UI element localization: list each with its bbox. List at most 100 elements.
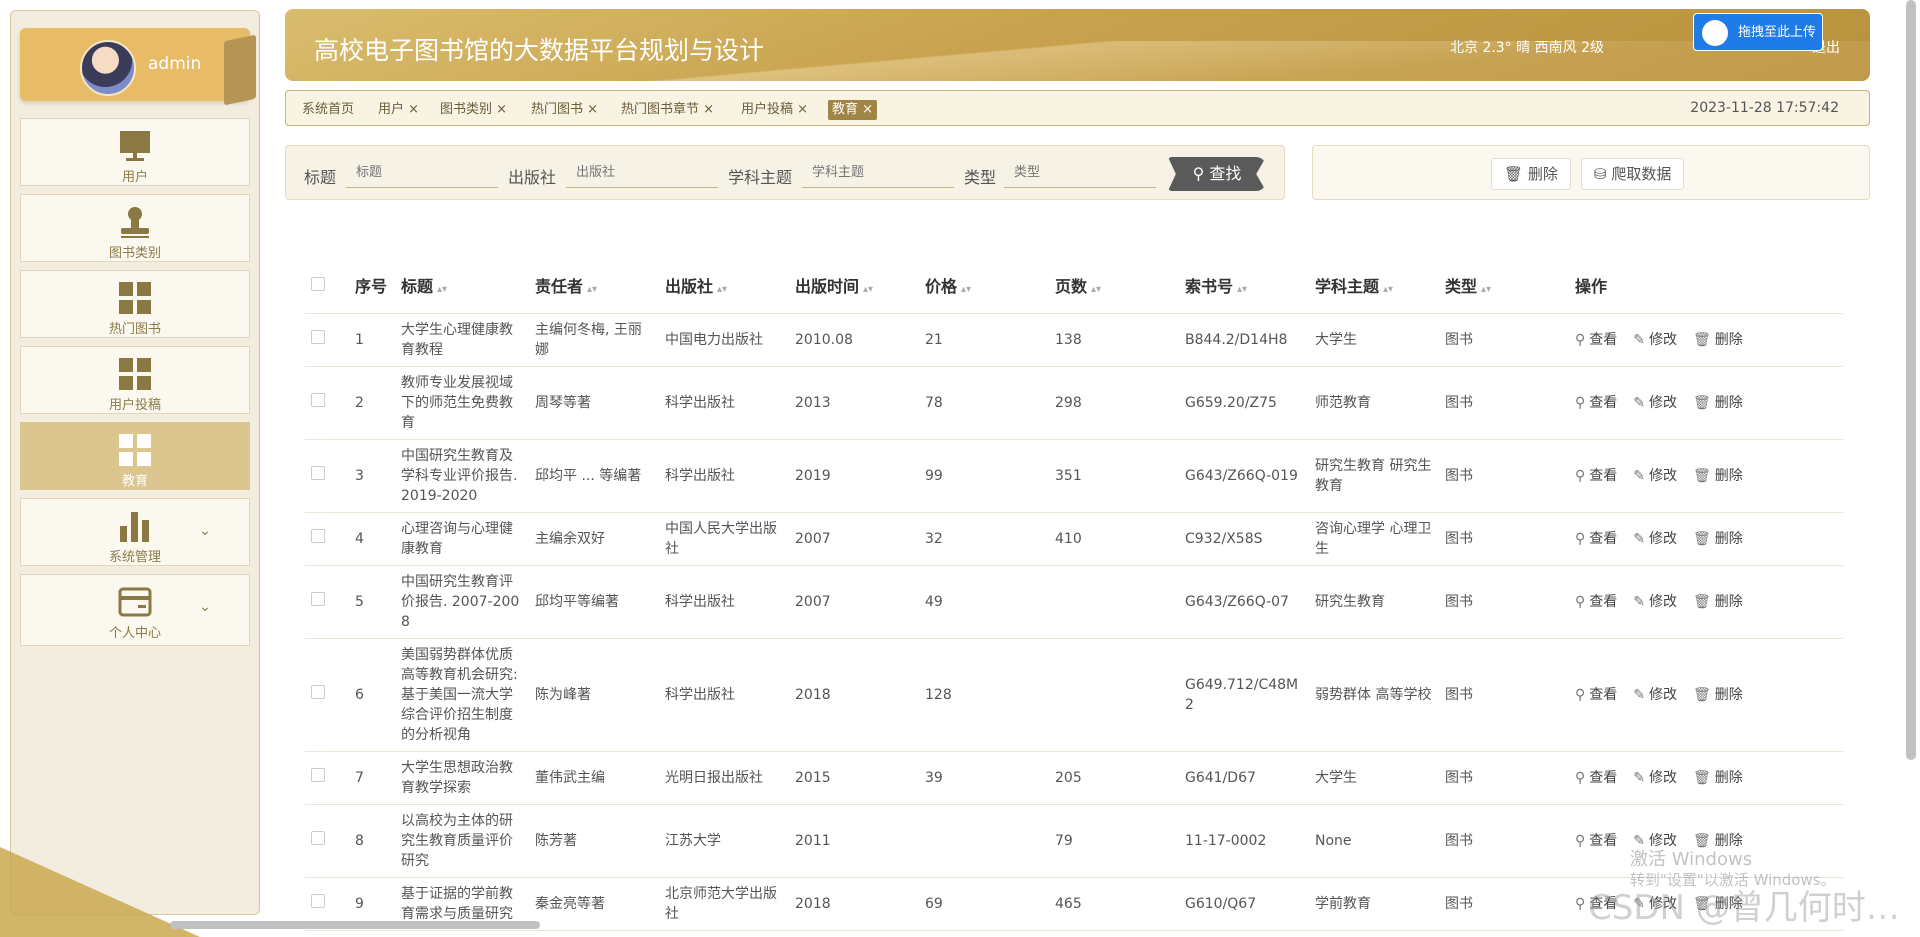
cell-publisher: 北京师范大学出版社 (659, 877, 789, 931)
cell-ops: ⚲ 查看 ✎ 修改 🗑 删除 (1569, 751, 1843, 805)
delete-button[interactable]: 🗑 删除 (1693, 468, 1743, 484)
header-subject[interactable]: 学科主题 ▴▾ (1309, 257, 1439, 314)
row-select-cell[interactable] (305, 512, 349, 566)
tab-hot-books[interactable]: 热门图书 × (527, 100, 602, 120)
header-call-no[interactable]: 索书号 ▴▾ (1179, 257, 1309, 314)
header-type[interactable]: 类型 ▴▾ (1439, 257, 1569, 314)
delete-button[interactable]: 🗑 删除 (1693, 531, 1743, 547)
row-checkbox[interactable] (311, 894, 325, 908)
sort-icon[interactable]: ▴▾ (1237, 284, 1247, 295)
header-date[interactable]: 出版时间 ▴▾ (789, 257, 919, 314)
sort-icon[interactable]: ▴▾ (437, 284, 447, 295)
view-button[interactable]: ⚲ 查看 (1575, 531, 1617, 547)
row-checkbox[interactable] (311, 529, 325, 543)
delete-button[interactable]: 🗑 删除 (1693, 594, 1743, 610)
sort-icon[interactable]: ▴▾ (1383, 284, 1393, 295)
row-select-cell[interactable] (305, 638, 349, 752)
row-checkbox[interactable] (311, 592, 325, 606)
drag-upload-button[interactable]: 拖拽至此上传 (1693, 13, 1823, 51)
type-input[interactable] (1004, 158, 1156, 188)
sort-icon[interactable]: ▴▾ (717, 284, 727, 295)
tab-users[interactable]: 用户 × (374, 100, 423, 120)
crawl-data-button[interactable]: ⛁ 爬取数据 (1581, 158, 1685, 190)
header-call-no-label: 索书号 (1185, 277, 1234, 296)
header-author[interactable]: 责任者 ▴▾ (529, 257, 659, 314)
sort-icon[interactable]: ▴▾ (1481, 284, 1491, 295)
tab-home[interactable]: 系统首页 (298, 100, 358, 120)
sidebar-item-personal-center[interactable]: 个人中心 ⌄ (20, 574, 250, 646)
subject-input[interactable] (802, 158, 954, 188)
type-label: 类型 (964, 168, 997, 187)
tab-education[interactable]: 教育 × (828, 100, 878, 120)
delete-button[interactable]: 🗑 删除 (1693, 332, 1743, 348)
cell-author: 邱均平等编著 (529, 565, 659, 639)
sort-icon[interactable]: ▴▾ (587, 284, 597, 295)
sidebar-item-users[interactable]: 用户 (20, 118, 250, 186)
view-button[interactable]: ⚲ 查看 (1575, 687, 1617, 703)
tab-book-category[interactable]: 图书类别 × (436, 100, 511, 120)
sidebar-item-label: 用户 (121, 170, 148, 185)
sidebar-item-system-management[interactable]: 系统管理 ⌄ (20, 498, 250, 566)
edit-button[interactable]: ✎ 修改 (1633, 395, 1677, 411)
sidebar-item-book-category[interactable]: 图书类别 (20, 194, 250, 262)
header-price[interactable]: 价格 ▴▾ (919, 257, 1049, 314)
select-all-checkbox[interactable] (311, 276, 325, 291)
sidebar-item-education[interactable]: 教育 (20, 422, 250, 490)
sort-icon[interactable]: ▴▾ (1091, 284, 1101, 295)
delete-button[interactable]: 🗑 删除 (1693, 395, 1743, 411)
view-button[interactable]: ⚲ 查看 (1575, 833, 1617, 849)
header-publisher[interactable]: 出版社 ▴▾ (659, 257, 789, 314)
view-button[interactable]: ⚲ 查看 (1575, 770, 1617, 786)
delete-button[interactable]: 🗑 删除 (1693, 770, 1743, 786)
cell-call-no: C932/X58S (1179, 512, 1309, 566)
edit-button[interactable]: ✎ 修改 (1633, 332, 1677, 348)
edit-button[interactable]: ✎ 修改 (1633, 770, 1677, 786)
row-select-cell[interactable] (305, 366, 349, 440)
row-checkbox[interactable] (311, 466, 325, 480)
tab-user-submissions[interactable]: 用户投稿 × (737, 100, 812, 120)
sidebar-item-hot-books[interactable]: 热门图书 (20, 270, 250, 338)
tab-hot-book-chapters[interactable]: 热门图书章节 × (617, 100, 718, 120)
edit-button[interactable]: ✎ 修改 (1633, 531, 1677, 547)
edit-button[interactable]: ✎ 修改 (1633, 468, 1677, 484)
chevron-down-icon[interactable]: ⌄ (199, 523, 211, 539)
horizontal-scrollbar[interactable] (170, 921, 540, 929)
view-button[interactable]: ⚲ 查看 (1575, 594, 1617, 610)
publisher-input[interactable] (566, 158, 718, 188)
row-select-cell[interactable] (305, 804, 349, 878)
edit-button[interactable]: ✎ 修改 (1633, 687, 1677, 703)
view-button-label: 查看 (1589, 770, 1618, 786)
chevron-down-icon[interactable]: ⌄ (199, 599, 211, 615)
sort-icon[interactable]: ▴▾ (961, 284, 971, 295)
view-button[interactable]: ⚲ 查看 (1575, 395, 1617, 411)
header-publisher-label: 出版社 (665, 277, 714, 296)
row-checkbox[interactable] (311, 330, 325, 344)
title-input[interactable] (346, 158, 498, 188)
view-button[interactable]: ⚲ 查看 (1575, 332, 1617, 348)
row-checkbox[interactable] (311, 831, 325, 845)
delete-button[interactable]: 🗑 删除 (1693, 687, 1743, 703)
view-button[interactable]: ⚲ 查看 (1575, 468, 1617, 484)
row-select-cell[interactable] (305, 439, 349, 513)
sidebar-item-user-submissions[interactable]: 用户投稿 (20, 346, 250, 414)
row-select-cell[interactable] (305, 565, 349, 639)
row-checkbox[interactable] (311, 393, 325, 407)
vertical-scrollbar[interactable] (1906, 0, 1916, 760)
grid-icon (119, 434, 151, 466)
sidebar-item-label: 教育 (121, 474, 148, 489)
header-title[interactable]: 标题 ▴▾ (395, 257, 529, 314)
row-checkbox[interactable] (311, 685, 325, 699)
header-pages[interactable]: 页数 ▴▾ (1049, 257, 1179, 314)
user-card[interactable]: admin (20, 28, 256, 106)
pencil-icon: ✎ (1633, 531, 1645, 547)
row-select-cell[interactable] (305, 313, 349, 367)
cell-author: 陈为峰著 (529, 638, 659, 752)
row-select-cell[interactable] (305, 751, 349, 805)
cell-subject: 大学生 (1309, 313, 1439, 367)
sort-icon[interactable]: ▴▾ (863, 284, 873, 295)
batch-delete-button[interactable]: 🗑 删除 (1491, 158, 1571, 190)
row-checkbox[interactable] (311, 768, 325, 782)
select-all-cell[interactable] (305, 257, 349, 314)
edit-button[interactable]: ✎ 修改 (1633, 594, 1677, 610)
search-button[interactable]: ⚲ 查找 (1168, 157, 1266, 191)
